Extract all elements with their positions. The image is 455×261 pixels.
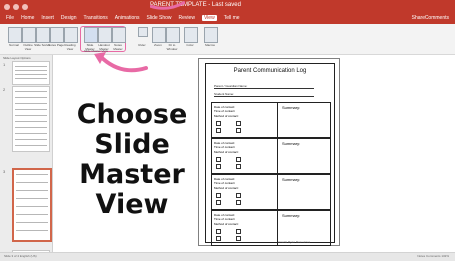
contact-entry-4: Date of contact: Time of contact: Method… bbox=[211, 210, 331, 246]
title-bar: PARENT TEMPLATE - Last saved bbox=[0, 0, 455, 14]
slide-thumbnail-1[interactable] bbox=[12, 61, 50, 85]
contact-entry-2: Date of contact: Time of contact: Method… bbox=[211, 138, 331, 174]
menu-transitions[interactable]: Transitions bbox=[84, 15, 108, 21]
contact-entry-1: Date of contact: Time of contact: Method… bbox=[211, 102, 331, 138]
thumb-number: 2 bbox=[3, 87, 6, 92]
entry-time: Time of contact: bbox=[214, 181, 236, 185]
entry-time: Time of contact: bbox=[214, 145, 236, 149]
notes-page-button[interactable] bbox=[50, 27, 64, 43]
menu-home[interactable]: Home bbox=[21, 15, 34, 21]
menu-review[interactable]: Review bbox=[179, 15, 195, 21]
notes-master-button[interactable] bbox=[112, 27, 126, 43]
zoom-window-icon[interactable] bbox=[22, 4, 28, 10]
hero-word-3: Master bbox=[79, 159, 185, 190]
menu-view[interactable]: View bbox=[201, 15, 217, 21]
menu-file[interactable]: File bbox=[6, 15, 14, 21]
handout-master-button[interactable] bbox=[98, 27, 112, 43]
outline-view-button[interactable] bbox=[22, 27, 36, 43]
entry-summary: Summary: bbox=[282, 213, 301, 218]
entry-method: Method of contact: bbox=[214, 222, 239, 226]
hero-word-2: Slide bbox=[94, 129, 170, 160]
watermark-text: Amelia Ryan Resources bbox=[278, 240, 311, 244]
ribbon: Slide Master View Normal Outline View Sl… bbox=[0, 24, 455, 55]
menu-tell-me[interactable]: Tell me bbox=[224, 15, 240, 21]
zoom-button[interactable] bbox=[152, 27, 166, 43]
ruler-label: Ruler bbox=[138, 43, 146, 47]
hero-word-1: Choose bbox=[76, 99, 188, 130]
comments-button[interactable]: Comments bbox=[425, 15, 449, 21]
color-button[interactable] bbox=[184, 27, 198, 43]
slide-canvas[interactable]: Parent Communication Log Parent / Guardi… bbox=[198, 58, 340, 246]
contact-entry-3: Date of contact: Time of contact: Method… bbox=[211, 174, 331, 210]
slide-master-button[interactable] bbox=[84, 27, 98, 43]
entry-summary: Summary: bbox=[282, 141, 301, 146]
sidebar-title: Slide Layout Options bbox=[3, 56, 31, 60]
window-controls[interactable] bbox=[4, 4, 28, 10]
ruler-checkbox[interactable] bbox=[138, 27, 148, 37]
entry-method: Method of contact: bbox=[214, 186, 239, 190]
entry-method: Method of contact: bbox=[214, 150, 239, 154]
close-window-icon[interactable] bbox=[4, 4, 10, 10]
pink-arrow-top-icon bbox=[150, 0, 185, 10]
slide-thumbnail-2[interactable] bbox=[12, 86, 50, 152]
entry-time: Time of contact: bbox=[214, 217, 236, 221]
reading-view-label: Reading View bbox=[64, 43, 76, 51]
status-right: Notes Comments 132% bbox=[417, 254, 449, 258]
status-left: Slide 3 of 4 English (US) bbox=[4, 254, 37, 258]
entry-time: Time of contact: bbox=[214, 109, 236, 113]
minimize-window-icon[interactable] bbox=[13, 4, 19, 10]
pink-arrow-icon bbox=[94, 52, 148, 73]
thumb-number: 3 bbox=[3, 169, 6, 174]
parent-guardian-field: Parent / Guardian Name: bbox=[214, 84, 314, 89]
entry-method: Method of contact: bbox=[214, 114, 239, 118]
menu-insert[interactable]: Insert bbox=[41, 15, 54, 21]
menu-bar: File Home Insert Design Transitions Anim… bbox=[0, 14, 455, 24]
macros-label: Macros bbox=[205, 43, 215, 47]
entry-summary: Summary: bbox=[282, 105, 301, 110]
log-sheet: Parent Communication Log Parent / Guardi… bbox=[205, 63, 335, 246]
menu-animations[interactable]: Animations bbox=[115, 15, 140, 21]
fit-to-window-button[interactable] bbox=[166, 27, 180, 43]
normal-view-button[interactable] bbox=[8, 27, 22, 43]
sheet-title: Parent Communication Log bbox=[233, 68, 307, 74]
macros-button[interactable] bbox=[204, 27, 218, 43]
share-button[interactable]: Share bbox=[412, 15, 425, 21]
color-label: Color bbox=[186, 43, 194, 47]
student-name-field: Student Name: bbox=[214, 92, 314, 97]
reading-view-button[interactable] bbox=[64, 27, 78, 43]
fit-label: Fit to Window bbox=[166, 43, 178, 51]
hero-text: Choose Slide Master View bbox=[62, 100, 202, 220]
slide-thumbnail-panel: Slide Layout Options 1 2 3 4 bbox=[0, 55, 53, 258]
slide-thumbnail-3-selected[interactable] bbox=[12, 168, 52, 242]
menu-slide-show[interactable]: Slide Show bbox=[147, 15, 172, 21]
slide-sorter-button[interactable] bbox=[36, 27, 50, 43]
thumb-number: 1 bbox=[3, 62, 6, 67]
hero-word-4: View bbox=[95, 189, 169, 220]
entry-summary: Summary: bbox=[282, 177, 301, 182]
menu-design[interactable]: Design bbox=[61, 15, 77, 21]
